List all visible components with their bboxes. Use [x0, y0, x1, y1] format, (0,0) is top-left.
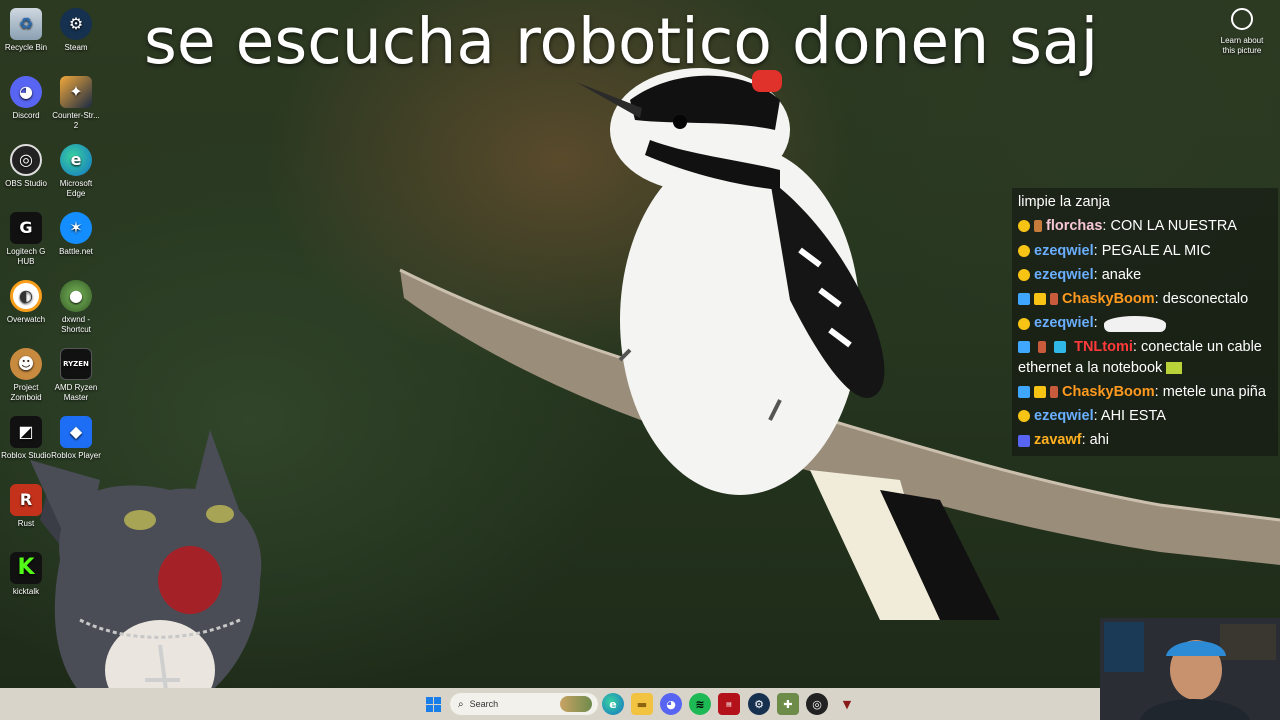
- chat-message: ezeqwiel :: [1018, 311, 1272, 335]
- chat-message: TNLtomi: conectale un cable ethernet a l…: [1018, 338, 1262, 376]
- steam-icon: ⚙: [754, 697, 764, 711]
- chat-message: ezeqwiel : anake: [1018, 263, 1272, 287]
- obs-icon: ◎: [10, 144, 42, 176]
- desktop-icon-recycle-bin[interactable]: ♻ Recycle Bin: [0, 4, 52, 70]
- crown-badge-icon: [1034, 385, 1046, 398]
- spotify-icon: ≋: [695, 697, 705, 711]
- chat-username[interactable]: TNLtomi: [1074, 339, 1133, 355]
- desktop-icon-steam[interactable]: ⚙ Steam: [50, 4, 102, 70]
- desktop-icon-discord[interactable]: ◕ Discord: [0, 72, 52, 138]
- gift-badge-icon: [1050, 293, 1058, 306]
- ryzen-icon: RYZEN: [60, 348, 92, 380]
- desktop-icon-dxwnd[interactable]: ● dxwnd - Shortcut: [50, 276, 102, 342]
- dxwnd-icon: ●: [60, 280, 92, 312]
- taskbar-obs[interactable]: ◎: [806, 693, 828, 715]
- cat-mascot-overlay: [30, 430, 262, 720]
- taskbar-spotify[interactable]: ≋: [689, 693, 711, 715]
- taskbar-file-explorer[interactable]: ▬: [631, 693, 653, 715]
- zomboid-icon: ☻: [10, 348, 42, 380]
- chat-message: limpie la zanja: [1018, 194, 1110, 210]
- gift-badge-icon: [1050, 385, 1058, 398]
- gift-badge-icon: [1038, 340, 1047, 353]
- steam-icon: ⚙: [60, 8, 92, 40]
- recycle-bin-icon: ♻: [10, 8, 42, 40]
- chat-message: florchas : CON LA NUESTRA: [1018, 214, 1272, 238]
- edge-icon: e: [609, 697, 617, 711]
- emote-icon: [1166, 361, 1183, 374]
- sub-badge-icon: [1018, 220, 1030, 233]
- desktop-icon-zomboid[interactable]: ☻ Project Zomboid: [0, 344, 52, 410]
- chat-username[interactable]: florchas: [1046, 214, 1102, 238]
- search-highlight-image: [560, 696, 592, 712]
- sub-badge-icon: [1018, 410, 1030, 423]
- search-icon: ⌕: [458, 698, 464, 710]
- taskbar-app[interactable]: ▤: [718, 693, 740, 715]
- chat-username[interactable]: ChaskyBoom: [1062, 380, 1155, 404]
- taskbar-app[interactable]: ▼: [836, 693, 858, 715]
- chat-username[interactable]: ezeqwiel: [1034, 263, 1094, 287]
- desktop-icon-edge[interactable]: e Microsoft Edge: [50, 140, 102, 206]
- sword-badge-icon: [1018, 293, 1030, 306]
- gem-badge-icon: [1054, 340, 1067, 353]
- sword-badge-icon: [1018, 385, 1030, 398]
- emote-icon: [1103, 315, 1166, 332]
- chat-message: ChaskyBoom : metele una piña: [1018, 380, 1272, 404]
- obs-icon: ◎: [812, 697, 822, 711]
- chat-message: zavawf : ahi: [1018, 428, 1272, 452]
- taskbar-discord[interactable]: ◕: [660, 693, 682, 715]
- chat-username[interactable]: ChaskyBoom: [1062, 287, 1155, 311]
- sub-badge-icon: [1018, 244, 1030, 257]
- chat-username[interactable]: zavawf: [1034, 428, 1082, 452]
- edge-icon: e: [60, 144, 92, 176]
- overwatch-icon: ◐: [10, 280, 42, 312]
- sub-badge-icon: [1018, 317, 1030, 330]
- app-icon: ✚: [783, 697, 793, 711]
- taskbar-edge[interactable]: e: [602, 693, 624, 715]
- learn-about-picture-button[interactable]: Learn about this picture: [1214, 8, 1270, 62]
- chat-message: ChaskyBoom : desconectalo: [1018, 287, 1272, 311]
- desktop-icon-battlenet[interactable]: ✶ Battle.net: [50, 208, 102, 274]
- chat-username[interactable]: ezeqwiel: [1034, 404, 1094, 428]
- desktop-icon-overwatch[interactable]: ◐ Overwatch: [0, 276, 52, 342]
- taskbar-search-input[interactable]: ⌕ Search: [450, 693, 598, 715]
- app-icon: ▤: [726, 700, 732, 708]
- streamer-webcam: [1100, 618, 1280, 720]
- desktop-icon-logitech[interactable]: G Logitech G HUB: [0, 208, 52, 274]
- sub-badge-icon: [1018, 269, 1030, 282]
- file-explorer-icon: ▬: [636, 697, 648, 711]
- counter-strike-icon: ✦: [60, 76, 92, 108]
- discord-icon: ◕: [10, 76, 42, 108]
- chat-username[interactable]: ezeqwiel: [1034, 311, 1094, 335]
- taskbar-steam[interactable]: ⚙: [748, 693, 770, 715]
- app-icon: ▼: [842, 697, 852, 711]
- chat-message: ezeqwiel : PEGALE AL MIC: [1018, 239, 1272, 263]
- taskbar: ⌕ Search e ▬ ◕ ≋ ▤ ⚙ ✚ ◎ ▼: [0, 688, 1100, 720]
- chat-message: ezeqwiel : AHI ESTA: [1018, 404, 1272, 428]
- taskbar-app[interactable]: ✚: [777, 693, 799, 715]
- stream-overlay-caption: se escucha robotico donen saj: [144, 5, 1099, 78]
- windows-icon: [425, 696, 441, 712]
- desktop-icon-obs[interactable]: ◎ OBS Studio: [0, 140, 52, 206]
- sword-badge-icon: [1018, 340, 1030, 353]
- crown-badge-icon: [1034, 293, 1046, 306]
- desktop-icon-ryzen[interactable]: RYZEN AMD Ryzen Master: [50, 344, 102, 410]
- logitech-icon: G: [10, 212, 42, 244]
- desktop-icon-counter-strike[interactable]: ✦ Counter-Str... 2: [50, 72, 102, 138]
- discord-badge-icon: [1018, 434, 1030, 447]
- battlenet-icon: ✶: [60, 212, 92, 244]
- start-button[interactable]: [422, 693, 444, 715]
- discord-icon: ◕: [666, 697, 676, 711]
- camera-icon: [1231, 8, 1253, 30]
- chat-username[interactable]: ezeqwiel: [1034, 239, 1094, 263]
- gift-badge-icon: [1034, 220, 1042, 233]
- stream-chat-panel: limpie la zanja florchas : CON LA NUESTR…: [1012, 188, 1278, 456]
